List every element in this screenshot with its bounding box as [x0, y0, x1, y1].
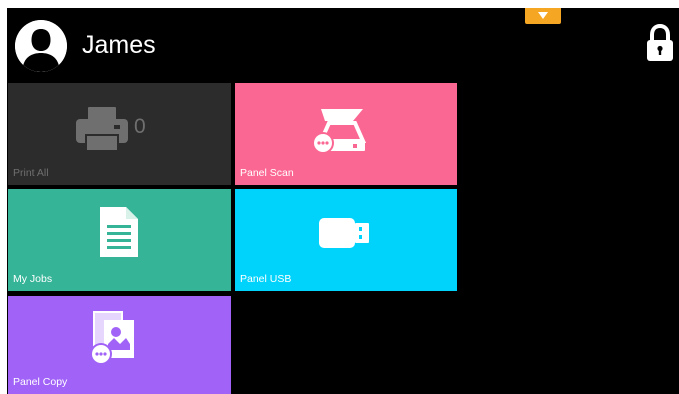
tile-print-all[interactable]: 0 Print All — [8, 83, 231, 185]
tile-panel-usb[interactable]: Panel USB — [235, 189, 457, 291]
tile-panel-scan[interactable]: Panel Scan — [235, 83, 457, 185]
lock-icon[interactable] — [645, 24, 675, 64]
tile-my-jobs[interactable]: My Jobs — [8, 189, 231, 291]
tile-panel-copy[interactable]: Panel Copy — [8, 296, 231, 394]
tile-label: Panel Copy — [13, 376, 68, 388]
home-screen: James 0 Print All Panel Scan My Jobs Pan… — [7, 8, 679, 394]
document-icon — [98, 205, 140, 259]
user-name: James — [82, 31, 156, 59]
usb-drive-icon — [318, 216, 370, 250]
tile-label: Panel USB — [240, 273, 292, 285]
chevron-down-icon[interactable] — [525, 8, 561, 24]
tile-label: Print All — [13, 167, 49, 179]
tile-label: My Jobs — [13, 273, 53, 285]
tile-label: Panel Scan — [240, 167, 294, 179]
user-avatar-icon[interactable] — [15, 20, 67, 72]
scanner-icon — [307, 103, 371, 163]
header: James — [7, 8, 679, 80]
printer-icon — [74, 105, 130, 153]
copy-icon — [86, 310, 146, 368]
print-count: 0 — [134, 115, 146, 138]
